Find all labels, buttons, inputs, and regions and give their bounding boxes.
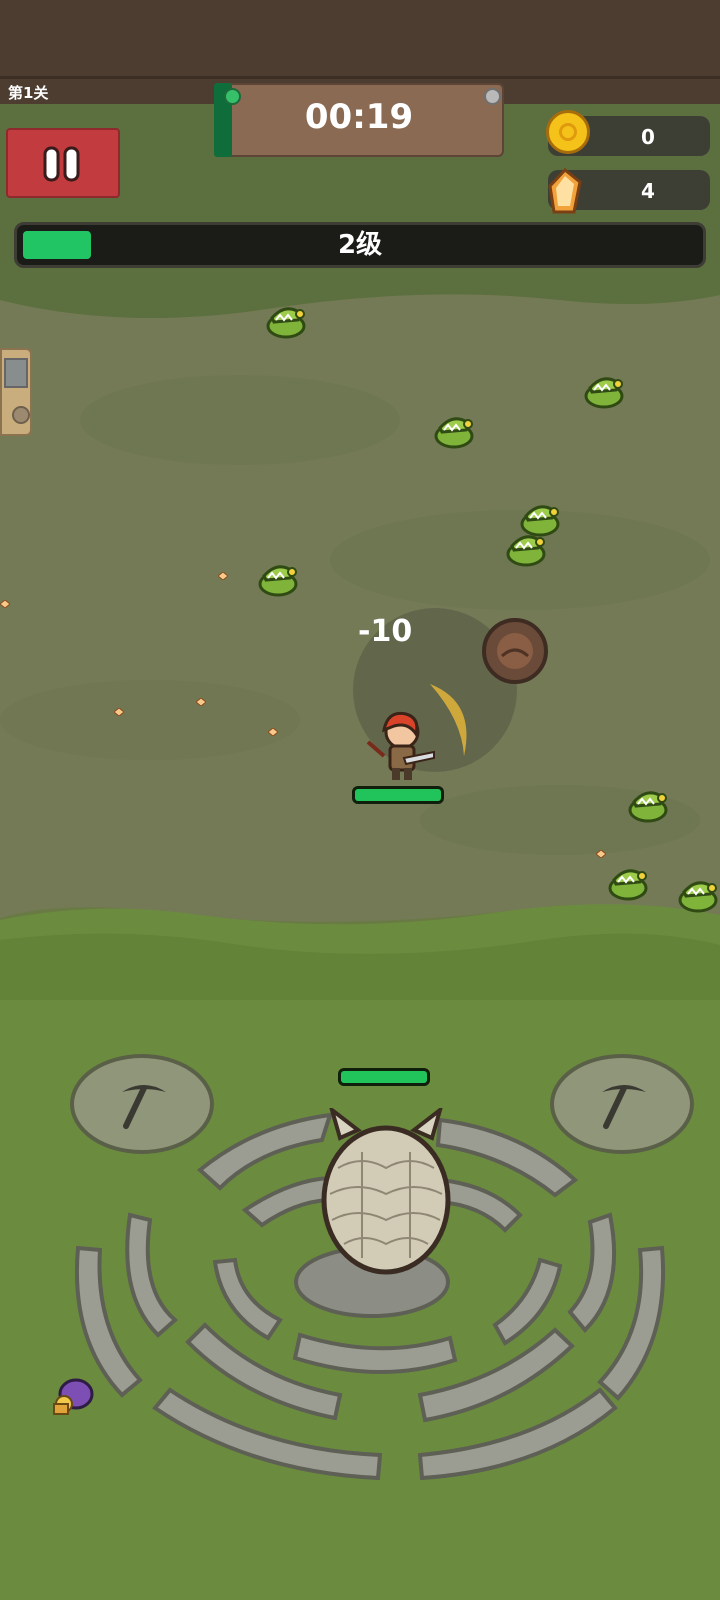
egg-health-fill — [341, 1071, 427, 1083]
orange-gem-icon — [548, 168, 582, 214]
side-tab-button-icon — [12, 406, 30, 424]
crystal-shard — [218, 572, 228, 580]
stage-label: 第1关 — [8, 84, 49, 102]
top-bar-divider — [0, 76, 720, 79]
pickaxe-icon — [602, 1085, 646, 1129]
damage-number: -10 — [358, 614, 413, 649]
crystal-shard — [268, 728, 278, 736]
player-health-fill — [355, 789, 441, 801]
gem-count: 4 — [641, 179, 655, 203]
side-menu-tab[interactable] — [0, 348, 32, 436]
skill-button[interactable] — [482, 618, 548, 684]
level-label: 2级 — [337, 230, 383, 260]
enemy-crocodile — [506, 535, 546, 567]
crystal-shard — [0, 600, 10, 608]
side-tab-screen-icon — [4, 358, 28, 388]
skill-icon — [497, 633, 533, 669]
gold-coin-icon — [546, 110, 590, 154]
timer-board-green-pin — [224, 88, 241, 105]
enemy-crocodile — [678, 881, 718, 913]
crystal-shard — [196, 698, 206, 706]
pause-button[interactable] — [6, 128, 120, 198]
coin-count: 0 — [641, 125, 655, 149]
hooded-helper — [53, 1378, 94, 1415]
player-hero — [366, 711, 435, 780]
pause-icon — [43, 146, 80, 182]
dragon-egg — [321, 1108, 451, 1275]
timer-board: 00:19 — [214, 83, 504, 157]
coin-emblem — [559, 123, 577, 141]
crystal-shard — [114, 708, 124, 716]
enemy-crocodile — [608, 869, 648, 901]
timer-board-gray-pin — [484, 88, 501, 105]
crystal-shard — [596, 850, 606, 858]
enemy-crocodile — [434, 417, 474, 449]
pickaxe-icon — [122, 1085, 166, 1129]
enemy-crocodile — [628, 791, 668, 823]
player-health-bar — [352, 786, 444, 804]
enemy-crocodile — [258, 565, 298, 597]
experience-bar: 2级 — [14, 222, 706, 268]
timer-text: 00:19 — [304, 97, 414, 137]
enemy-crocodile — [266, 307, 306, 339]
egg-health-bar — [338, 1068, 430, 1086]
enemy-crocodile — [584, 377, 624, 409]
